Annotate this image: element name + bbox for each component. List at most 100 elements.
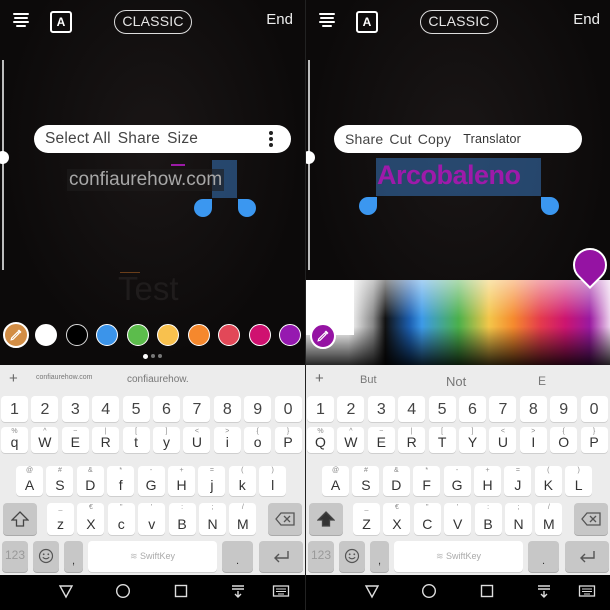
plus-icon[interactable]: + [315, 370, 324, 387]
key-1[interactable]: 1 [1, 396, 28, 422]
key-letter[interactable]: (K [534, 466, 562, 496]
key-letter[interactable]: & D [76, 466, 104, 496]
key-letter[interactable]: / M [229, 503, 257, 535]
key-8[interactable]: 8 [519, 396, 547, 422]
menu-select-all[interactable]: Select All [45, 130, 111, 148]
comma-key[interactable]: , [370, 541, 389, 572]
key-3[interactable]: 3 [61, 396, 89, 422]
key-letter[interactable]: | R [398, 427, 426, 453]
key-letter[interactable]: # S [46, 466, 74, 496]
key-letter[interactable]: [t [122, 427, 150, 453]
color-swatch[interactable] [35, 324, 57, 346]
comma-key[interactable]: , [64, 541, 83, 572]
spacebar[interactable]: ≋ SwiftKey [88, 541, 217, 572]
suggestion-item[interactable]: But [360, 374, 377, 386]
period-key[interactable]: . [222, 541, 253, 572]
backspace-key[interactable] [268, 503, 302, 535]
color-swatch[interactable] [187, 324, 210, 346]
key-letter[interactable]: :B [168, 503, 196, 535]
key-letter[interactable]: € X [383, 503, 411, 535]
key-letter[interactable]: @ A [322, 466, 349, 496]
text-align-icon[interactable] [13, 13, 29, 27]
key-letter[interactable]: -G [137, 466, 165, 496]
key-letter[interactable]: @ A [16, 466, 43, 496]
key-letter[interactable]: _ z [47, 503, 74, 535]
hide-keyboard-icon[interactable] [536, 583, 552, 599]
key-letter[interactable]: ] y [153, 427, 180, 453]
key-letter[interactable]: } P [274, 427, 302, 453]
text-size-slider[interactable] [306, 60, 322, 270]
numbers-key[interactable]: 123 [2, 541, 28, 572]
key-3[interactable]: 3 [367, 396, 395, 422]
text-background-toggle-icon[interactable]: A [356, 11, 378, 33]
color-swatch[interactable] [279, 324, 301, 346]
keyboard-switch-icon[interactable] [272, 583, 290, 599]
key-6[interactable]: 6 [459, 396, 486, 422]
menu-translator[interactable]: Translator [463, 132, 521, 146]
selection-handle-end[interactable] [541, 197, 559, 215]
key-9[interactable]: 9 [244, 396, 272, 422]
key-8[interactable]: 8 [213, 396, 241, 422]
text-size-slider[interactable] [0, 60, 16, 270]
key-2[interactable]: 2 [337, 396, 365, 422]
key-letter[interactable]: ] Y [459, 427, 486, 453]
key-letter[interactable]: € X [77, 503, 105, 535]
key-4[interactable]: 4 [398, 396, 426, 422]
text-background-toggle-icon[interactable]: A [50, 11, 72, 33]
key-letter[interactable]: :B [474, 503, 502, 535]
key-letter[interactable]: ; N [505, 503, 532, 535]
key-letter[interactable]: ~ E [367, 427, 395, 453]
emoji-key[interactable] [33, 541, 59, 572]
key-0[interactable]: 0 [580, 396, 608, 422]
slider-thumb[interactable] [306, 151, 315, 164]
menu-share[interactable]: Share [118, 130, 160, 148]
shift-key[interactable] [3, 503, 37, 535]
text-style-button[interactable]: CLASSIC [114, 10, 192, 34]
end-button[interactable]: End [573, 11, 600, 28]
suggestion-item[interactable]: Not [446, 374, 466, 389]
enter-key[interactable] [565, 541, 609, 572]
key-letter[interactable]: % Q [307, 427, 334, 453]
suggestion-item[interactable]: E [538, 374, 546, 388]
key-letter[interactable]: < U [183, 427, 211, 453]
numbers-key[interactable]: 123 [308, 541, 334, 572]
key-letter[interactable]: ; N [199, 503, 226, 535]
text-style-button[interactable]: CLASSIC [420, 10, 498, 34]
menu-share[interactable]: Share [345, 131, 383, 147]
color-swatch[interactable] [126, 324, 149, 346]
suggestion-item[interactable]: confiaurehow. [127, 374, 189, 385]
key-letter[interactable]: ~ E [61, 427, 89, 453]
menu-copy[interactable]: Copy [418, 131, 451, 147]
plus-icon[interactable]: + [9, 370, 18, 387]
color-swatch[interactable] [218, 324, 240, 346]
keyboard-switch-icon[interactable] [578, 583, 596, 599]
key-0[interactable]: 0 [274, 396, 302, 422]
key-letter[interactable]: ^ W [337, 427, 365, 453]
menu-cut[interactable]: Cut [389, 131, 411, 147]
key-letter[interactable]: " c [107, 503, 135, 535]
key-letter[interactable]: % q [1, 427, 28, 453]
key-letter[interactable]: } P [580, 427, 608, 453]
backspace-key[interactable] [574, 503, 608, 535]
menu-size[interactable]: Size [167, 130, 198, 148]
key-1[interactable]: 1 [307, 396, 334, 422]
back-icon[interactable] [364, 583, 380, 599]
key-letter[interactable]: {o [244, 427, 272, 453]
hide-keyboard-icon[interactable] [230, 583, 246, 599]
eyedropper-button[interactable] [310, 323, 336, 349]
key-letter[interactable]: * f [107, 466, 135, 496]
color-swatch[interactable] [96, 324, 118, 346]
key-letter[interactable]: ' v [138, 503, 166, 535]
key-letter[interactable]: " C [413, 503, 441, 535]
key-letter[interactable]: (k [228, 466, 256, 496]
home-icon[interactable] [421, 583, 437, 599]
key-letter[interactable]: + H [474, 466, 501, 496]
text-align-icon[interactable] [319, 13, 335, 27]
key-letter[interactable]: = J [504, 466, 532, 496]
color-swatch[interactable] [157, 324, 179, 346]
story-text[interactable]: confiaurehow.com [67, 169, 225, 191]
color-swatch[interactable] [65, 324, 88, 346]
key-letter[interactable]: | R [92, 427, 120, 453]
end-button[interactable]: End [266, 11, 293, 28]
key-5[interactable]: 5 [428, 396, 456, 422]
